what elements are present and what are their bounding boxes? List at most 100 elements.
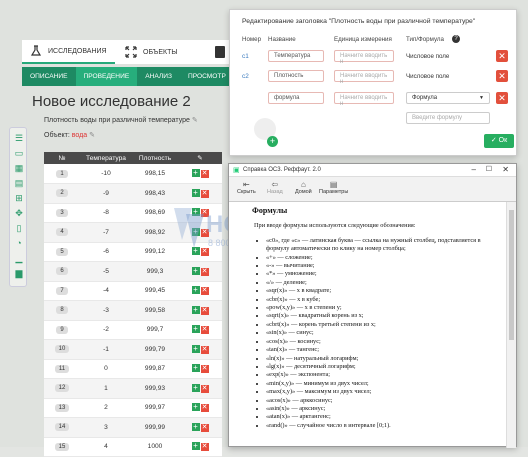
row-number-c2[interactable]: c2 [242, 73, 249, 80]
temperature-cell[interactable]: 0 [80, 359, 132, 379]
delete-row-button[interactable]: ✕ [200, 423, 209, 432]
density-cell[interactable]: 999,12 [132, 242, 178, 262]
add-row-button[interactable]: + [191, 442, 200, 451]
add-row-button[interactable]: + [191, 403, 200, 412]
chart-icon[interactable]: ▤ [14, 178, 24, 188]
temperature-cell[interactable]: -9 [80, 183, 132, 204]
delete-row-button[interactable]: ✕ [200, 404, 209, 413]
scrollbar-thumb[interactable] [509, 210, 514, 340]
document-icon[interactable]: ▯ [14, 223, 24, 233]
temperature-cell[interactable]: -10 [80, 164, 132, 184]
temperature-cell[interactable]: -8 [80, 203, 132, 223]
temperature-cell[interactable]: -1 [80, 339, 132, 360]
table-icon[interactable]: ▦ [14, 163, 24, 173]
delete-row-button[interactable]: ✕ [496, 70, 508, 82]
density-cell[interactable]: 998,15 [132, 164, 178, 184]
stats-icon[interactable]: ▆ [14, 268, 24, 278]
add-row-button[interactable]: + [191, 364, 200, 373]
temperature-cell[interactable]: 1 [80, 378, 132, 399]
delete-row-button[interactable]: ✕ [200, 306, 209, 315]
hide-button[interactable]: ⇤ Скрыть [237, 180, 256, 195]
delete-row-button[interactable]: ✕ [496, 50, 508, 62]
ok-button[interactable]: ✓ Ок [484, 134, 514, 148]
density-cell[interactable]: 999,7 [132, 320, 178, 340]
delete-row-button[interactable]: ✕ [200, 189, 209, 198]
delete-row-button[interactable]: ✕ [200, 443, 209, 452]
add-row-button[interactable]: + [191, 325, 200, 334]
tab-view[interactable]: ПРОСМОТР [179, 67, 234, 86]
pencil-icon[interactable]: ✎ [89, 132, 95, 139]
delete-row-button[interactable]: ✕ [200, 326, 209, 335]
maximize-icon[interactable]: ☐ [486, 165, 492, 173]
density-cell[interactable]: 998,43 [132, 183, 178, 204]
temperature-cell[interactable]: -7 [80, 222, 132, 243]
density-cell[interactable]: 998,92 [132, 222, 178, 243]
density-cell[interactable]: 999,79 [132, 339, 178, 360]
temperature-cell[interactable]: -3 [80, 300, 132, 321]
tab-conduct[interactable]: ПРОВЕДЕНИЕ [75, 67, 138, 86]
unit-field-2[interactable]: Начните вводить н [334, 70, 394, 85]
temperature-cell[interactable]: -5 [80, 261, 132, 282]
delete-row-button[interactable]: ✕ [200, 384, 209, 393]
help-icon[interactable]: ? [452, 35, 460, 43]
add-row-button[interactable]: + [191, 422, 200, 431]
list-icon[interactable]: ☰ [14, 133, 24, 143]
delete-row-button[interactable]: ✕ [200, 287, 209, 296]
add-row-button[interactable]: + [267, 136, 278, 147]
delete-row-button[interactable]: ✕ [200, 267, 209, 276]
col-header-temperature[interactable]: Температура [80, 152, 132, 164]
tab-analysis[interactable]: АНАЛИЗ [137, 67, 180, 86]
row-number-c1[interactable]: c1 [242, 53, 249, 60]
add-row-button[interactable]: + [191, 286, 200, 295]
delete-row-button[interactable]: ✕ [200, 248, 209, 257]
tab-research[interactable]: ИССЛЕДОВАНИЯ [22, 40, 115, 64]
clock-icon[interactable]: ◔ [14, 238, 24, 248]
temperature-cell[interactable]: -6 [80, 242, 132, 262]
grid-icon[interactable]: ⊞ [14, 193, 24, 203]
name-field-3[interactable]: формула [268, 92, 324, 104]
expand-icon[interactable]: ✥ [14, 208, 24, 218]
help-scrollbar[interactable] [506, 202, 516, 448]
add-row-button[interactable]: + [191, 266, 200, 275]
unit-field-1[interactable]: Начните вводить н [334, 50, 394, 65]
add-row-button[interactable]: + [191, 344, 200, 353]
add-row-button[interactable]: + [191, 227, 200, 236]
add-row-button[interactable]: + [191, 188, 200, 197]
name-field-2[interactable]: Плотность [268, 70, 324, 82]
home-button[interactable]: ⌂ Домой [295, 180, 312, 195]
book-icon[interactable] [215, 46, 225, 58]
unit-field-3[interactable]: Начните вводить н [334, 92, 394, 107]
delete-row-button[interactable]: ✕ [496, 92, 508, 104]
density-cell[interactable]: 999,3 [132, 261, 178, 282]
density-cell[interactable]: 999,97 [132, 398, 178, 418]
options-button[interactable]: ▤ Параметры [319, 180, 348, 195]
add-row-button[interactable]: + [191, 169, 200, 177]
temperature-cell[interactable]: -4 [80, 281, 132, 301]
density-cell[interactable]: 999,58 [132, 300, 178, 321]
graph-icon[interactable]: ▁ [14, 253, 24, 263]
comment-icon[interactable]: ▭ [14, 148, 24, 158]
temperature-cell[interactable]: 2 [80, 398, 132, 418]
add-row-button[interactable]: + [191, 208, 200, 217]
close-icon[interactable]: ✕ [502, 165, 509, 174]
add-row-button[interactable]: + [191, 383, 200, 392]
col-header-density[interactable]: Плотность [132, 152, 178, 164]
back-button[interactable]: ⇦ Назад [267, 180, 283, 195]
delete-row-button[interactable]: ✕ [200, 209, 209, 218]
pencil-icon[interactable]: ✎ [192, 117, 198, 124]
type-select[interactable]: Формула ▼ [406, 92, 490, 104]
temperature-cell[interactable]: 3 [80, 417, 132, 438]
minimize-icon[interactable]: – [472, 165, 476, 174]
delete-row-button[interactable]: ✕ [200, 228, 209, 237]
density-cell[interactable]: 999,93 [132, 378, 178, 399]
density-cell[interactable]: 998,69 [132, 203, 178, 223]
temperature-cell[interactable]: -2 [80, 320, 132, 340]
subject-value[interactable]: вода [72, 132, 87, 139]
delete-row-button[interactable]: ✕ [200, 365, 209, 374]
edit-header-icon[interactable]: ✎ [178, 152, 222, 164]
delete-row-button[interactable]: ✕ [200, 170, 209, 178]
density-cell[interactable]: 999,87 [132, 359, 178, 379]
density-cell[interactable]: 999,45 [132, 281, 178, 301]
add-row-button[interactable]: + [191, 305, 200, 314]
formula-input[interactable]: Введите формулу [406, 112, 490, 124]
